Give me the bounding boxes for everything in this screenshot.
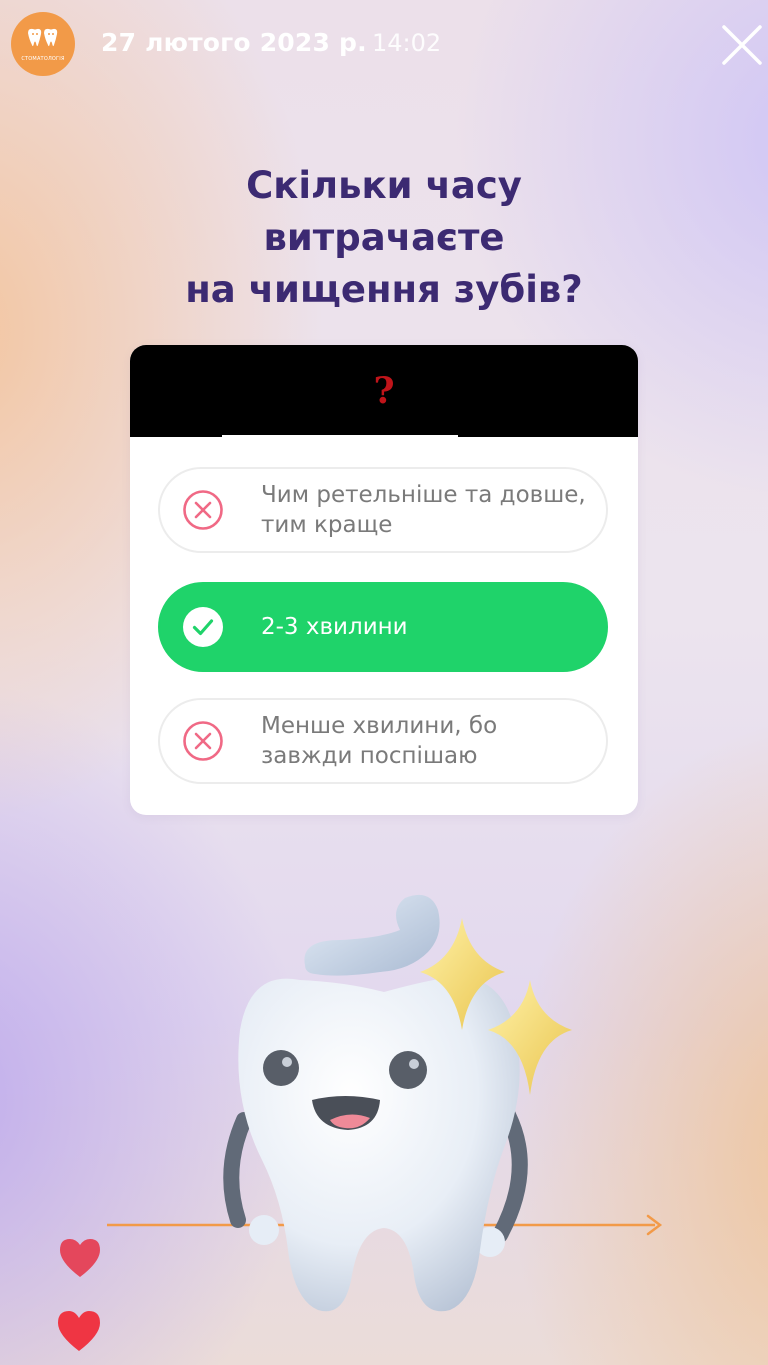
option-label: Менше хвилини, бо завжди поспішаю [261,713,498,769]
quiz-card: ? Чим ретельніше та довше, тим краще 2-3… [130,345,638,815]
check-circle-icon [183,607,223,647]
quiz-option-wrong[interactable]: Чим ретельніше та довше, тим краще [158,467,608,553]
question-line: на чищення зубів? [185,268,583,311]
x-circle-icon [183,721,223,761]
heart-icon[interactable] [55,1308,103,1354]
clinic-avatar[interactable]: СТОМАТОЛОГІЯ [11,12,75,76]
story-date: 27 лютого 2023 р. [101,28,367,57]
quiz-option-wrong[interactable]: Менше хвилини, бо завжди поспішаю [158,698,608,784]
clinic-logo-icon [28,28,58,46]
tooth-arm-left [223,1112,252,1228]
question-line: Скільки часу [246,164,522,207]
avatar-caption: СТОМАТОЛОГІЯ [21,55,65,62]
heart-icon[interactable] [57,1236,103,1280]
tooth-mascot-icon [238,977,520,1312]
quiz-question: Скільки часу витрачаєте на чищення зубів… [84,160,684,316]
close-icon[interactable] [719,22,765,68]
header-underline [222,435,458,437]
option-label: 2-3 хвилини [261,614,408,640]
story-time: 14:02 [372,29,442,57]
toothpaste-icon [304,894,440,976]
option-label: Чим ретельніше та довше, тим краще [261,482,586,538]
x-circle-icon [183,490,223,530]
story-header: СТОМАТОЛОГІЯ 27 лютого 2023 р. 14:02 [0,0,768,90]
tooth-illustration [107,894,663,1312]
quiz-option-correct[interactable]: 2-3 хвилини [158,582,608,672]
question-line: витрачаєте [263,216,505,259]
question-mark: ? [373,370,395,412]
quiz-card-header: ? [130,345,638,437]
